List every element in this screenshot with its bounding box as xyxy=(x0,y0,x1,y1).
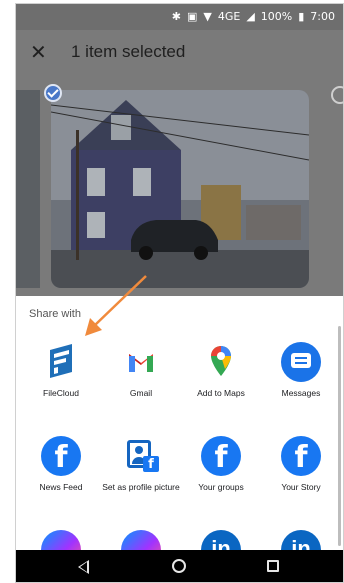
screenshot-frame: ✱ ▣ ▼ 4GE ◢ 100% ▮ 7:00 ✕ 1 item selecte… xyxy=(0,0,344,583)
annotation-arrow xyxy=(85,275,147,336)
